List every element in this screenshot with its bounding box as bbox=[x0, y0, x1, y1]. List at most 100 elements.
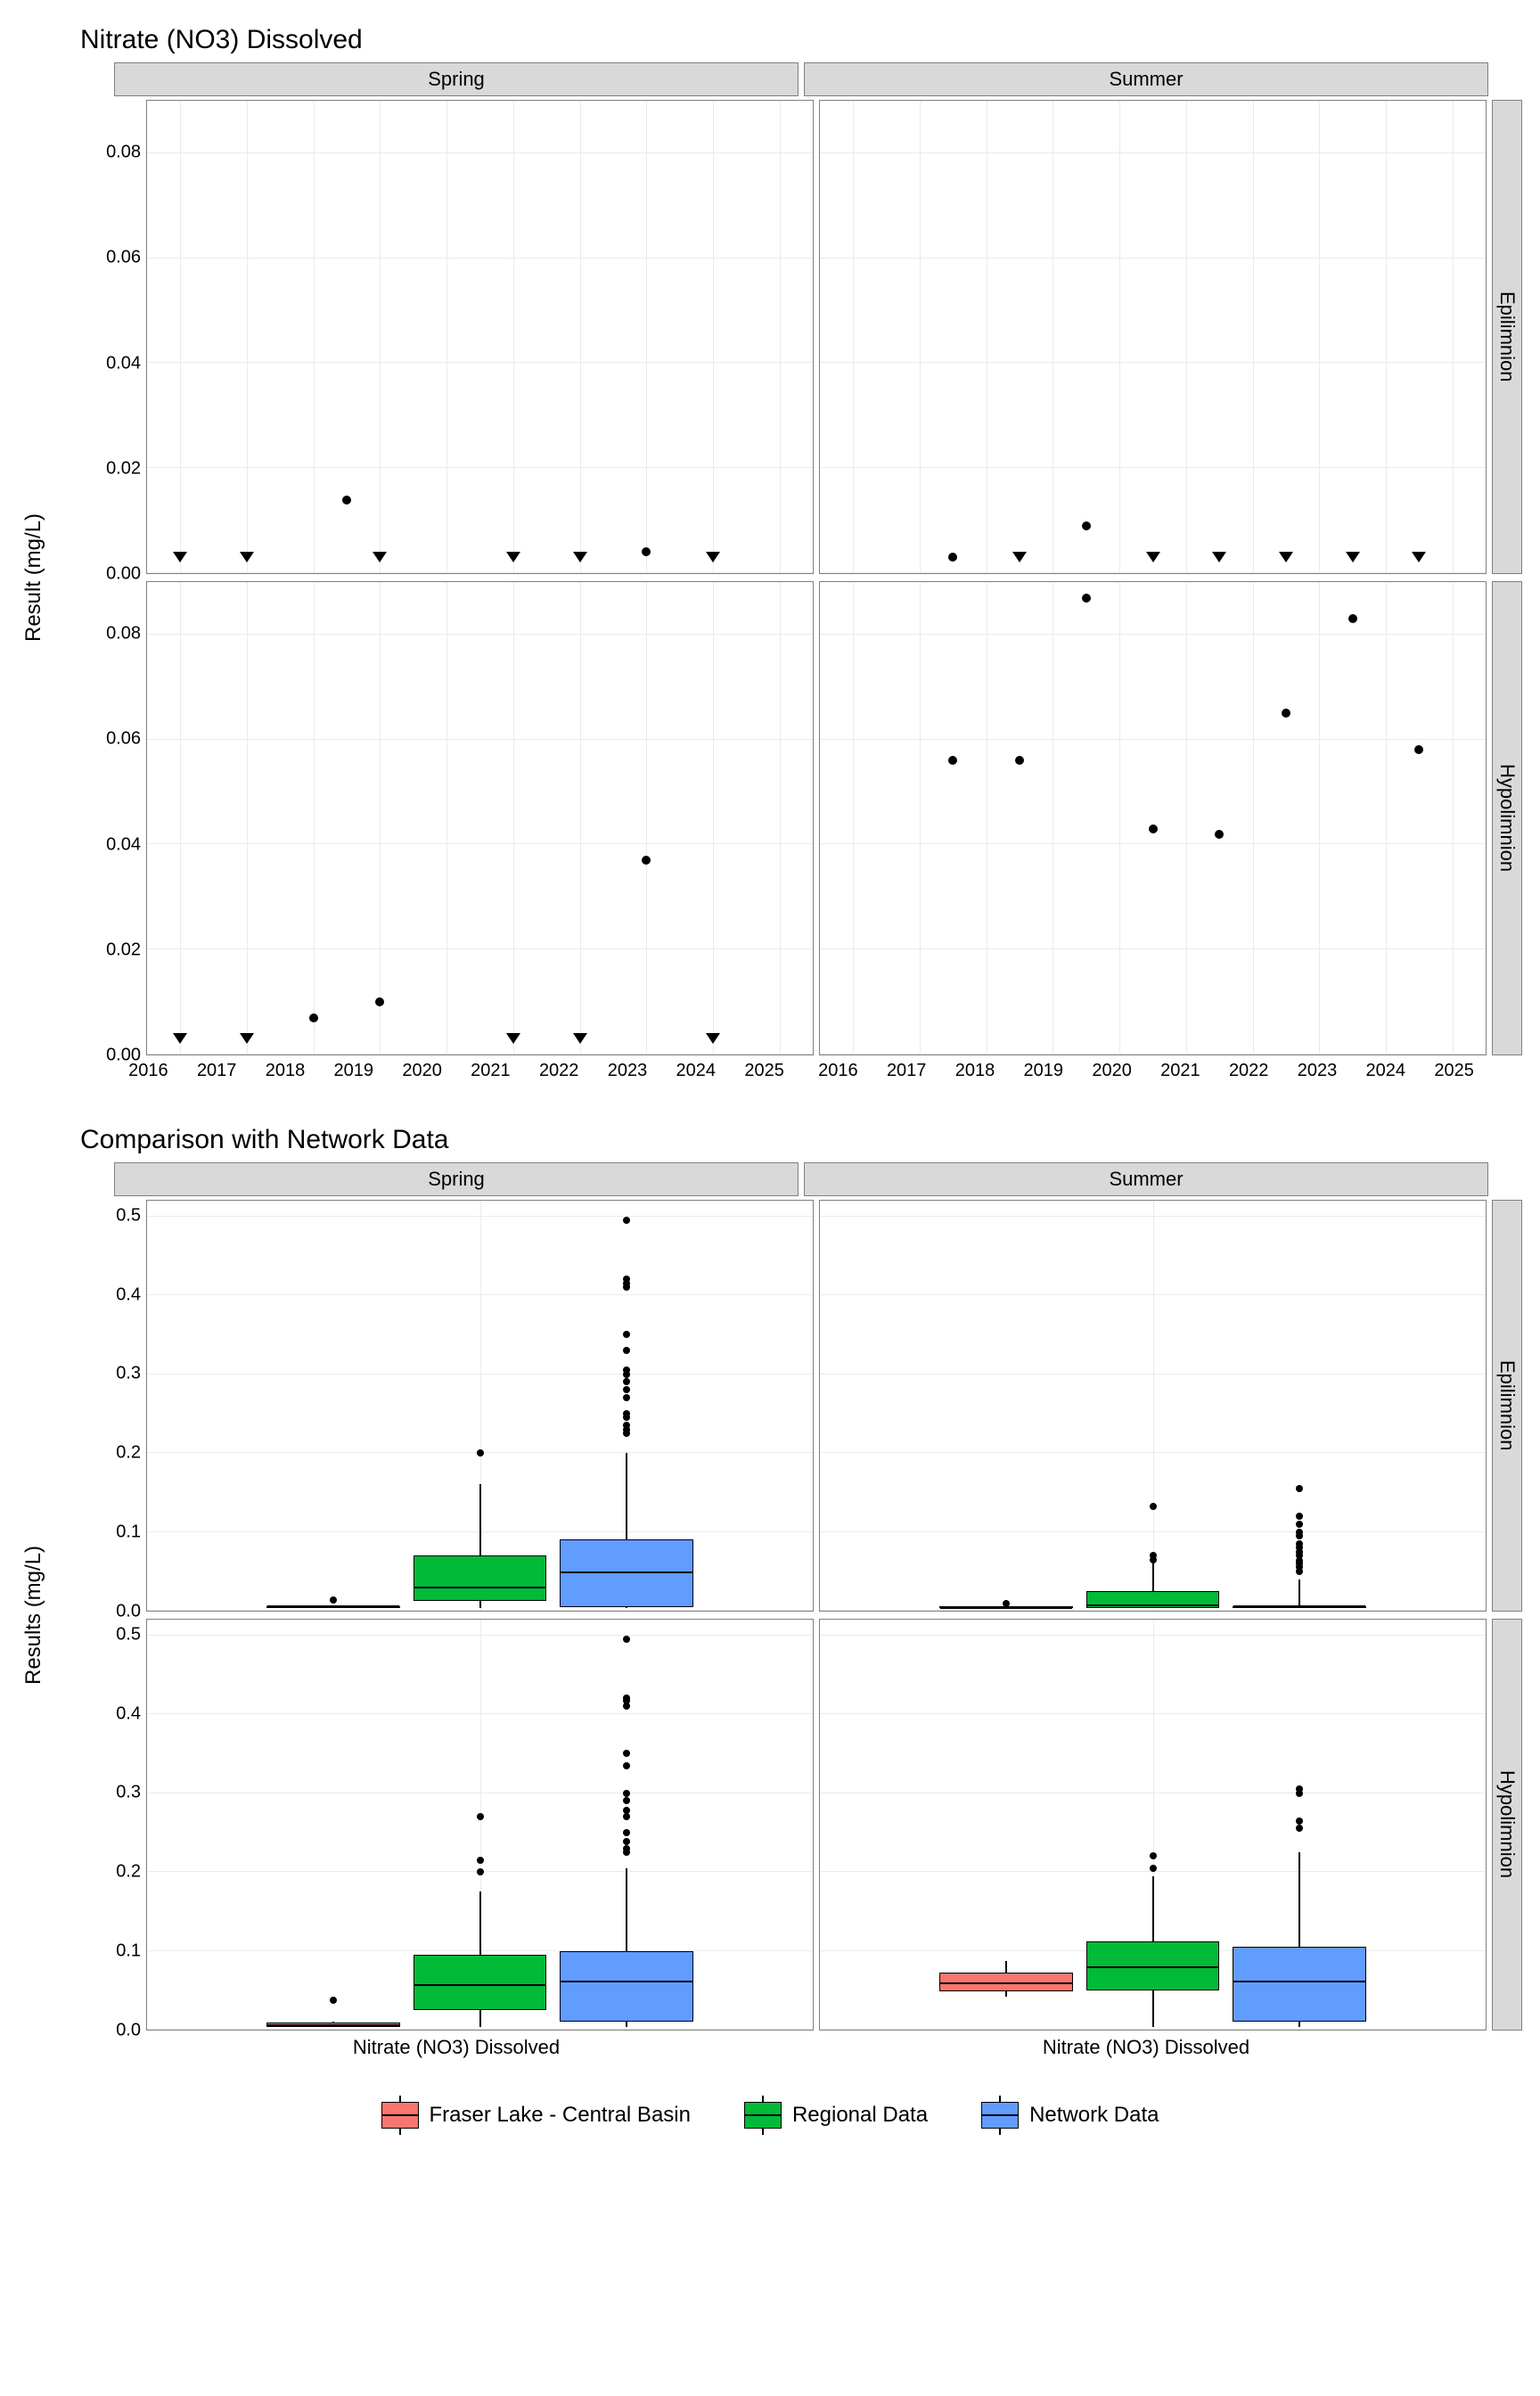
outlier-point bbox=[1296, 1521, 1303, 1528]
data-point bbox=[948, 553, 957, 562]
outlier-point bbox=[623, 1422, 630, 1429]
data-point bbox=[1348, 614, 1357, 623]
ts-panel-summer-hypo bbox=[819, 581, 1487, 1055]
cmp-panel-spring-hypo bbox=[146, 1619, 814, 2031]
boxplot-box bbox=[266, 1606, 399, 1608]
boxplot-box bbox=[414, 1955, 546, 2010]
data-point bbox=[1082, 521, 1091, 530]
outlier-point bbox=[1150, 1503, 1157, 1510]
boxplot-box bbox=[560, 1539, 692, 1606]
data-point bbox=[1215, 830, 1224, 839]
ts-row-strip-epi: Epilimnion bbox=[1492, 100, 1522, 574]
outlier-point bbox=[623, 1845, 630, 1852]
cmp-panel-summer-epi bbox=[819, 1200, 1487, 1612]
boxplot-box bbox=[266, 2023, 399, 2027]
legend: Fraser Lake - Central Basin Regional Dat… bbox=[18, 2102, 1522, 2129]
nondetect-marker bbox=[373, 552, 387, 562]
ts-col-strip-spring: Spring bbox=[114, 62, 799, 96]
outlier-point bbox=[1296, 1785, 1303, 1793]
outlier-point bbox=[623, 1797, 630, 1804]
data-point bbox=[642, 856, 651, 865]
outlier-point bbox=[1296, 1825, 1303, 1832]
boxplot-box bbox=[1086, 1941, 1219, 1990]
outlier-point bbox=[1296, 1513, 1303, 1520]
nondetect-marker bbox=[506, 1033, 520, 1044]
nondetect-marker bbox=[573, 1033, 587, 1044]
cmp-panel-summer-hypo bbox=[819, 1619, 1487, 2031]
data-point bbox=[309, 1013, 318, 1022]
timeseries-title: Nitrate (NO3) Dissolved bbox=[80, 25, 1522, 55]
nondetect-marker bbox=[706, 552, 720, 562]
nondetect-marker bbox=[1346, 552, 1360, 562]
outlier-point bbox=[477, 1813, 484, 1820]
ts-y-axis-label: Result (mg/L) bbox=[18, 96, 50, 1059]
outlier-point bbox=[1150, 1552, 1157, 1559]
nondetect-marker bbox=[573, 552, 587, 562]
outlier-point bbox=[1003, 1600, 1010, 1607]
data-point bbox=[1149, 825, 1158, 833]
outlier-point bbox=[1296, 1818, 1303, 1825]
cmp-y-axis-label: Results (mg/L) bbox=[18, 1196, 50, 2034]
outlier-point bbox=[623, 1331, 630, 1338]
outlier-point bbox=[623, 1366, 630, 1374]
outlier-point bbox=[330, 1596, 337, 1604]
nondetect-marker bbox=[1412, 552, 1426, 562]
data-point bbox=[642, 547, 651, 556]
ts-panel-spring-hypo bbox=[146, 581, 814, 1055]
outlier-point bbox=[623, 1636, 630, 1643]
data-point bbox=[1015, 756, 1024, 765]
cmp-x-cat-spring: Nitrate (NO3) Dissolved bbox=[114, 2036, 799, 2066]
nondetect-marker bbox=[506, 552, 520, 562]
cmp-col-strip-summer: Summer bbox=[804, 1162, 1488, 1196]
ts-row-strip-hypo: Hypolimnion bbox=[1492, 581, 1522, 1055]
outlier-point bbox=[623, 1694, 630, 1702]
legend-label-fraser: Fraser Lake - Central Basin bbox=[430, 2103, 691, 2128]
outlier-point bbox=[1296, 1529, 1303, 1536]
outlier-point bbox=[623, 1807, 630, 1814]
data-point bbox=[1282, 709, 1290, 718]
legend-label-regional: Regional Data bbox=[792, 2103, 928, 2128]
cmp-row-strip-hypo: Hypolimnion bbox=[1492, 1619, 1522, 2031]
boxplot-box bbox=[1233, 1947, 1365, 2022]
legend-item-fraser: Fraser Lake - Central Basin bbox=[381, 2102, 691, 2129]
cmp-row-strip-epi: Epilimnion bbox=[1492, 1200, 1522, 1612]
nondetect-marker bbox=[173, 1033, 187, 1044]
comparison-grid: Spring Summer Results (mg/L) 0.00.10.20.… bbox=[18, 1162, 1522, 2066]
cmp-panel-spring-epi bbox=[146, 1200, 814, 1612]
data-point bbox=[342, 496, 351, 505]
outlier-point bbox=[623, 1750, 630, 1757]
outlier-point bbox=[623, 1217, 630, 1224]
outlier-point bbox=[477, 1449, 484, 1456]
data-point bbox=[1082, 594, 1091, 603]
boxplot-box bbox=[939, 1973, 1072, 1990]
cmp-col-strip-spring: Spring bbox=[114, 1162, 799, 1196]
nondetect-marker bbox=[1012, 552, 1027, 562]
outlier-point bbox=[623, 1838, 630, 1845]
nondetect-marker bbox=[1279, 552, 1293, 562]
ts-panel-summer-epi bbox=[819, 100, 1487, 574]
legend-label-network: Network Data bbox=[1029, 2103, 1159, 2128]
outlier-point bbox=[623, 1276, 630, 1283]
outlier-point bbox=[330, 1997, 337, 2004]
nondetect-marker bbox=[240, 1033, 254, 1044]
outlier-point bbox=[623, 1410, 630, 1417]
outlier-point bbox=[623, 1813, 630, 1820]
data-point bbox=[1414, 745, 1423, 754]
outlier-point bbox=[477, 1868, 484, 1875]
boxplot-box bbox=[1086, 1591, 1219, 1608]
nondetect-marker bbox=[240, 552, 254, 562]
nondetect-marker bbox=[173, 552, 187, 562]
outlier-point bbox=[1296, 1485, 1303, 1492]
ts-col-strip-summer: Summer bbox=[804, 62, 1488, 96]
boxplot-box bbox=[560, 1951, 692, 2023]
boxplot-box bbox=[1233, 1606, 1365, 1609]
cmp-x-cat-summer: Nitrate (NO3) Dissolved bbox=[804, 2036, 1488, 2066]
legend-item-regional: Regional Data bbox=[744, 2102, 928, 2129]
legend-item-network: Network Data bbox=[981, 2102, 1159, 2129]
figure: Nitrate (NO3) Dissolved Spring Summer Re… bbox=[18, 25, 1522, 2129]
outlier-point bbox=[623, 1347, 630, 1354]
outlier-point bbox=[623, 1762, 630, 1769]
nondetect-marker bbox=[706, 1033, 720, 1044]
outlier-point bbox=[1150, 1865, 1157, 1872]
boxplot-box bbox=[414, 1555, 546, 1601]
